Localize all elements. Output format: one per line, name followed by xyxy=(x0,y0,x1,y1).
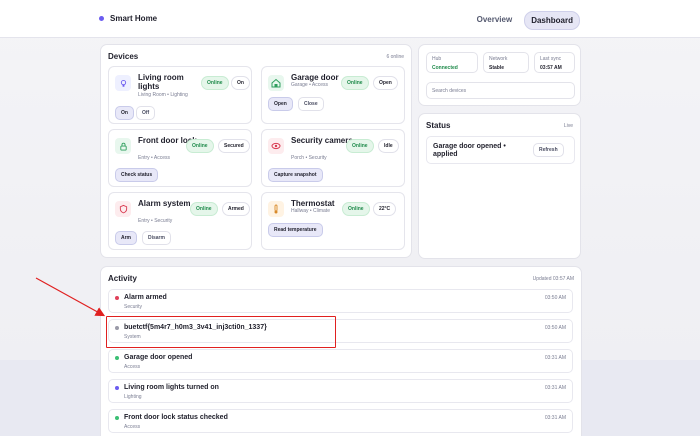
on-button[interactable]: On xyxy=(115,106,134,120)
device-card-garage-door: Garage door Garage • Access Online Open … xyxy=(261,66,405,124)
hub-status-tile: Hub Connected xyxy=(426,52,478,73)
hub-panel: Hub Connected Network Stable Last sync 0… xyxy=(418,44,581,106)
online-badge: Online xyxy=(342,202,370,216)
device-location: Hallway • Climate xyxy=(291,208,330,214)
hub-value: Connected xyxy=(432,65,458,71)
status-dot-icon xyxy=(115,296,119,300)
activity-title: Activity xyxy=(108,274,137,283)
activity-time: 03:31 AM xyxy=(544,355,566,361)
hub-label: Hub xyxy=(432,56,442,62)
status-dot-icon xyxy=(115,416,119,420)
status-live-label: Live xyxy=(563,123,573,129)
online-badge: Online xyxy=(346,139,374,153)
refresh-button[interactable]: Refresh xyxy=(533,143,564,157)
device-card-living-room-lights: Living room lights Living Room • Lightin… xyxy=(108,66,252,124)
activity-item[interactable]: Garage door opened Access 03:31 AM xyxy=(108,349,573,373)
state-badge: Open xyxy=(373,76,398,90)
devices-online-count: 6 online xyxy=(386,54,404,60)
shield-icon xyxy=(115,201,131,217)
activity-category: Security xyxy=(124,304,143,310)
device-location: Entry • Access xyxy=(138,155,171,161)
capture-snapshot-button[interactable]: Capture snapshot xyxy=(268,168,323,182)
read-temperature-button[interactable]: Read temperature xyxy=(268,223,323,237)
garage-icon xyxy=(268,75,284,91)
devices-title: Devices xyxy=(108,52,139,61)
device-location: Living Room • Lighting xyxy=(138,92,188,98)
online-badge: Online xyxy=(341,76,369,90)
last-sync-tile: Last sync 03:57 AM xyxy=(534,52,575,73)
online-badge: Online xyxy=(186,139,214,153)
tab-overview[interactable]: Overview xyxy=(471,11,519,30)
online-badge: Online xyxy=(190,202,218,216)
close-button[interactable]: Close xyxy=(298,97,324,111)
bulb-icon xyxy=(115,75,131,91)
activity-time: 03:31 AM xyxy=(544,415,566,421)
online-badge: Online xyxy=(201,76,229,90)
lock-icon xyxy=(115,138,131,154)
camera-icon xyxy=(268,138,284,154)
status-message: Garage door opened • applied xyxy=(433,143,506,158)
device-card-security-camera: Security camera Porch • Security Online … xyxy=(261,129,405,187)
activity-updated: Updated 03:57 AM xyxy=(532,276,574,282)
off-button[interactable]: Off xyxy=(136,106,156,120)
thermometer-icon xyxy=(268,201,284,217)
arm-button[interactable]: Arm xyxy=(115,231,138,245)
network-value: Stable xyxy=(489,65,505,71)
disarm-button[interactable]: Disarm xyxy=(142,231,171,245)
activity-title-text: Living room lights turned on xyxy=(124,384,219,391)
status-item: Garage door opened • applied Refresh xyxy=(426,136,575,164)
device-card-thermostat: Thermostat Hallway • Climate Online 22°C… xyxy=(261,192,405,250)
device-card-front-door-lock: Front door lock Entry • Access Online Se… xyxy=(108,129,252,187)
network-status-tile: Network Stable xyxy=(483,52,529,73)
state-badge: Armed xyxy=(222,202,250,216)
status-panel: Status Live Garage door opened • applied… xyxy=(418,113,581,259)
activity-category: Lighting xyxy=(124,394,142,400)
check-status-button[interactable]: Check status xyxy=(115,168,159,182)
activity-title-text: Alarm armed xyxy=(124,294,167,301)
activity-title-text: Front door lock status checked xyxy=(124,414,228,421)
search-devices-input[interactable]: Search devices xyxy=(426,82,575,99)
activity-title-text: Garage door opened xyxy=(124,354,193,361)
annotation-highlight-box xyxy=(106,316,336,348)
activity-category: Access xyxy=(124,424,141,430)
status-dot-icon xyxy=(115,356,119,360)
state-badge: On xyxy=(231,76,250,90)
status-dot-icon xyxy=(115,386,119,390)
activity-item[interactable]: Front door lock status checked Access 03… xyxy=(108,409,573,433)
device-location: Porch • Security xyxy=(291,155,327,161)
device-location: Entry • Security xyxy=(138,218,173,224)
activity-item[interactable]: Alarm armed Security 03:50 AM xyxy=(108,289,573,313)
tab-dashboard[interactable]: Dashboard xyxy=(524,11,580,30)
state-badge: Secured xyxy=(218,139,250,153)
brand-name: Smart Home xyxy=(110,14,158,23)
status-title: Status xyxy=(426,121,451,130)
activity-time: 03:50 AM xyxy=(544,295,566,301)
brand-dot-icon xyxy=(99,16,104,21)
activity-item[interactable]: Living room lights turned on Lighting 03… xyxy=(108,379,573,403)
last-sync-value: 03:57 AM xyxy=(540,65,562,71)
device-card-alarm-system: Alarm system Entry • Security Online Arm… xyxy=(108,192,252,250)
top-bar: Smart Home Overview Dashboard xyxy=(0,0,700,38)
open-button[interactable]: Open xyxy=(268,97,293,111)
network-label: Network xyxy=(489,56,508,62)
activity-category: Access xyxy=(124,364,141,370)
device-location: Garage • Access xyxy=(291,82,329,88)
main-nav: Overview Dashboard xyxy=(471,11,580,30)
state-badge: 22°C xyxy=(373,202,397,216)
devices-panel: Devices 6 online Living room lights Livi… xyxy=(100,44,412,258)
device-name: Living room lights xyxy=(138,73,184,91)
activity-time: 03:50 AM xyxy=(544,325,566,331)
activity-time: 03:31 AM xyxy=(544,385,566,391)
last-sync-label: Last sync xyxy=(540,56,562,62)
activity-panel: Activity Updated 03:57 AM Alarm armed Se… xyxy=(100,266,582,436)
state-badge: Idle xyxy=(378,139,399,153)
brand[interactable]: Smart Home xyxy=(99,14,157,23)
